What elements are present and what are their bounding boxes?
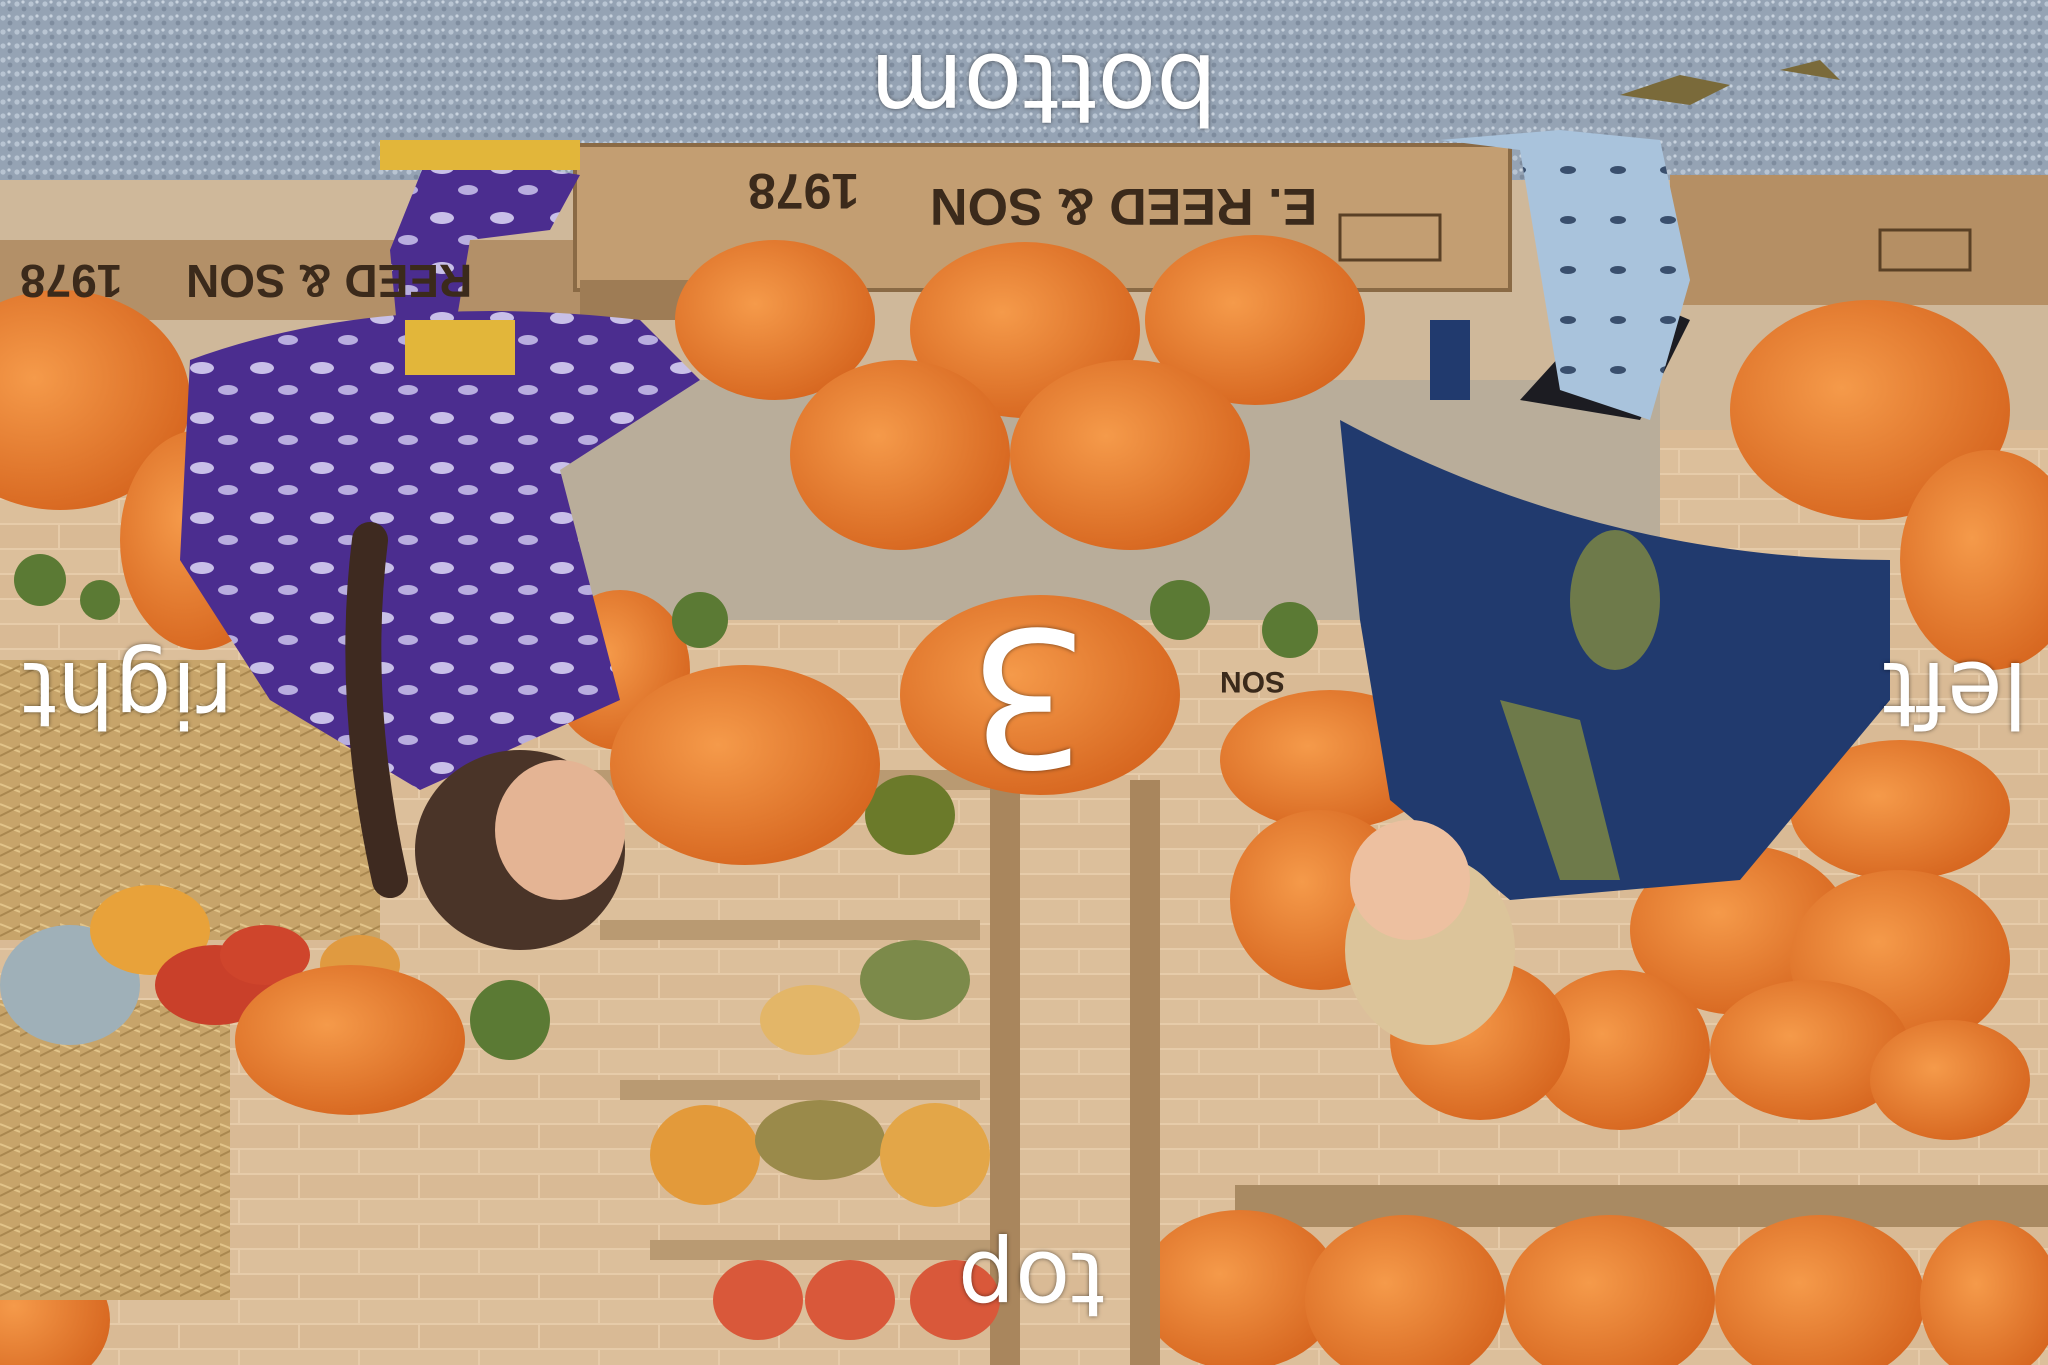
straw-bale-lower — [0, 1000, 230, 1300]
orientation-label-left: left — [1882, 641, 2028, 746]
orientation-label-right: right — [22, 641, 234, 746]
crate-brand-text: E. REED & SON — [930, 177, 1318, 235]
orientation-label-top: top — [958, 1231, 1106, 1336]
orientation-label-bottom: bottom — [870, 32, 1218, 144]
crate-brand-partial-text: REED & SON — [186, 255, 473, 307]
crate-year-left-text: 1978 — [20, 255, 123, 307]
crate-year-text: 1978 — [748, 163, 860, 219]
rotation-number-label: 3 — [968, 585, 1089, 806]
crate-right — [1670, 175, 2048, 305]
crate-fragment-text: SON — [1220, 665, 1286, 698]
